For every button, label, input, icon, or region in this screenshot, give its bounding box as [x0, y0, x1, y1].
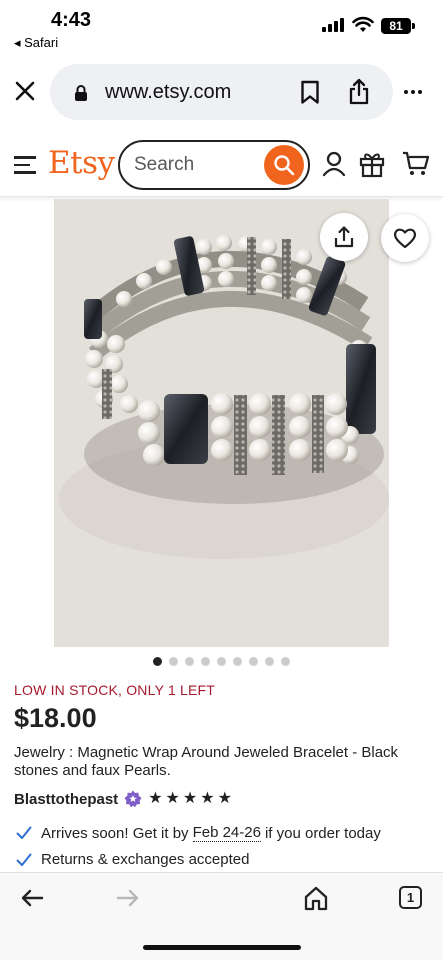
- arrival-dates-link[interactable]: Feb 24-26: [192, 824, 261, 842]
- search-button[interactable]: [264, 145, 304, 185]
- url-text[interactable]: www.etsy.com: [105, 81, 231, 104]
- star-seller-badge-icon: [124, 790, 142, 808]
- wifi-icon: [352, 16, 374, 32]
- arrival-prefix: Arrives soon! Get it by: [41, 824, 189, 842]
- share-icon: [334, 226, 354, 248]
- search-input[interactable]: [134, 152, 264, 178]
- clock: 4:43: [51, 9, 92, 31]
- check-icon: [16, 826, 32, 839]
- home-icon[interactable]: [303, 885, 329, 911]
- carousel-dot[interactable]: [265, 657, 274, 666]
- carousel-dot[interactable]: [233, 657, 242, 666]
- image-share-button[interactable]: [320, 213, 368, 261]
- delivery-estimate: Arrives soon! Get it by Feb 24-26 if you…: [16, 824, 381, 842]
- carousel-dot[interactable]: [201, 657, 210, 666]
- star-icon: ★: [165, 790, 180, 807]
- product-image[interactable]: [54, 199, 389, 647]
- battery-icon: 81: [381, 18, 411, 34]
- stock-notice: LOW IN STOCK, ONLY 1 LEFT: [14, 682, 216, 698]
- carousel-dot[interactable]: [169, 657, 178, 666]
- star-icon: ★: [217, 790, 232, 807]
- status-bar: 4:43 ◂ Safari 81: [0, 0, 443, 56]
- user-icon[interactable]: [322, 151, 346, 177]
- back-arrow-icon[interactable]: [20, 888, 44, 908]
- carousel-dot[interactable]: [153, 657, 162, 666]
- price: $18.00: [14, 703, 97, 733]
- cellular-signal-icon: [322, 18, 344, 32]
- image-carousel-dots[interactable]: [0, 657, 443, 666]
- favorite-button[interactable]: [381, 214, 429, 262]
- address-bar[interactable]: www.etsy.com: [50, 64, 393, 120]
- star-icon: ★: [182, 790, 198, 807]
- carousel-dot[interactable]: [281, 657, 290, 666]
- carousel-dot[interactable]: [185, 657, 194, 666]
- share-icon[interactable]: [348, 78, 370, 105]
- carousel-dot[interactable]: [249, 657, 258, 666]
- returns-policy: Returns & exchanges accepted: [16, 851, 249, 868]
- forward-arrow-icon[interactable]: [116, 888, 140, 908]
- browser-address-row: www.etsy.com: [0, 62, 443, 122]
- close-icon[interactable]: [12, 78, 38, 104]
- heart-icon: [393, 228, 417, 249]
- check-icon: [16, 853, 32, 866]
- shop-name-link[interactable]: Blasttothepast: [14, 791, 118, 808]
- tabs-button[interactable]: 1: [399, 886, 422, 909]
- more-options-icon[interactable]: [404, 90, 422, 94]
- bracelet-photo: [54, 199, 389, 647]
- battery-tip: [412, 23, 415, 29]
- returns-text[interactable]: Returns & exchanges accepted: [41, 851, 249, 868]
- product-title: Jewelry : Magnetic Wrap Around Jeweled B…: [14, 744, 399, 779]
- back-to-safari[interactable]: ◂ Safari: [14, 35, 58, 51]
- etsy-header: Etsy: [0, 135, 443, 197]
- menu-icon[interactable]: [14, 156, 36, 174]
- search-icon: [274, 155, 295, 176]
- home-indicator: [143, 945, 301, 950]
- lock-icon: [75, 85, 87, 101]
- etsy-logo[interactable]: Etsy: [48, 145, 115, 181]
- cart-icon[interactable]: [402, 151, 430, 177]
- bookmark-icon[interactable]: [300, 80, 320, 105]
- shop-row: Blasttothepast ★ ★ ★ ★ ★: [14, 789, 232, 809]
- star-icon: ★: [148, 790, 163, 807]
- rating-stars[interactable]: ★ ★ ★ ★ ★: [148, 791, 232, 807]
- search-box[interactable]: [118, 140, 310, 190]
- star-icon: ★: [200, 790, 215, 807]
- arrival-suffix: if you order today: [264, 824, 381, 842]
- gift-icon[interactable]: [359, 150, 385, 178]
- carousel-dot[interactable]: [217, 657, 226, 666]
